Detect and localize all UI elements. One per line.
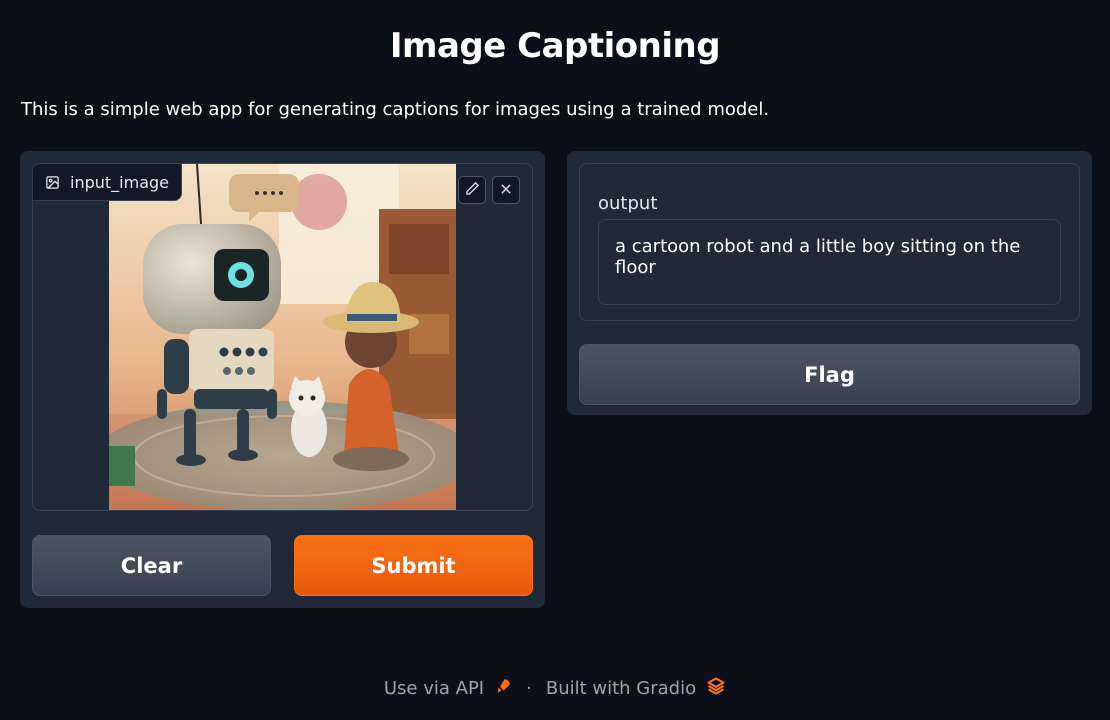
input-panel: input_image Clear Submit: [20, 151, 545, 608]
footer-separator: ·: [526, 678, 532, 699]
output-block: output a cartoon robot and a little boy …: [579, 163, 1080, 321]
api-link-text: Use via API: [383, 678, 485, 699]
image-input-label: input_image: [33, 164, 182, 201]
gradio-link-text: Built with Gradio: [545, 678, 697, 699]
rocket-icon: [494, 677, 512, 700]
submit-button[interactable]: Submit: [294, 535, 533, 596]
close-icon: [499, 181, 513, 200]
image-icon: [45, 175, 60, 190]
uploaded-image: [109, 164, 456, 510]
gradio-logo-icon: [706, 676, 726, 701]
image-toolbar: [458, 176, 520, 204]
pencil-icon: [465, 181, 480, 200]
output-label: output: [598, 193, 658, 214]
footer: Use via API · Built with Gradio: [0, 676, 1110, 701]
flag-button[interactable]: Flag: [579, 344, 1080, 405]
clear-button[interactable]: Clear: [32, 535, 271, 596]
output-textbox[interactable]: a cartoon robot and a little boy sitting…: [598, 219, 1061, 305]
use-via-api-link[interactable]: Use via API: [384, 677, 512, 700]
remove-image-button[interactable]: [492, 176, 520, 204]
built-with-gradio-link[interactable]: Built with Gradio: [546, 676, 726, 701]
image-label-text: input_image: [70, 172, 169, 192]
edit-button[interactable]: [458, 176, 486, 204]
page-description: This is a simple web app for generating …: [21, 99, 770, 120]
output-panel: output a cartoon robot and a little boy …: [567, 151, 1092, 415]
image-upload[interactable]: input_image: [32, 163, 533, 511]
page-title: Image Captioning: [389, 26, 721, 66]
